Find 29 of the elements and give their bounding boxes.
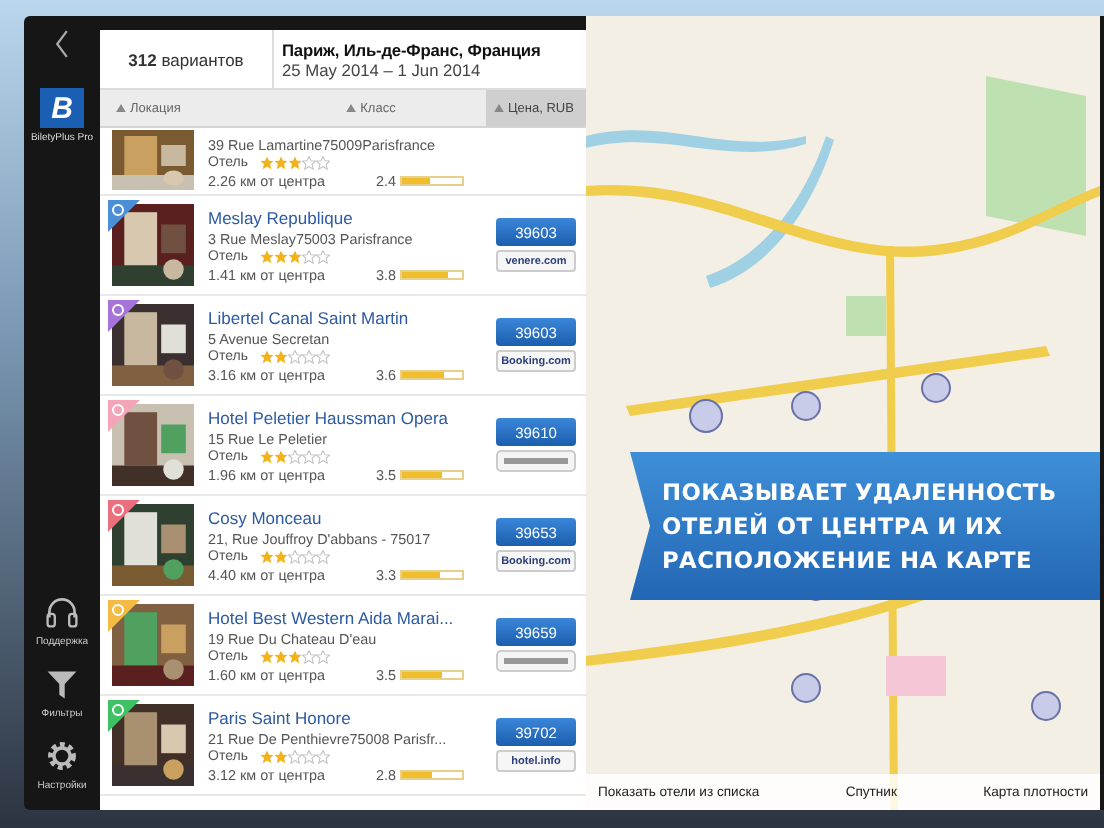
back-icon[interactable] bbox=[54, 28, 70, 60]
hotel-name[interactable]: Libertel Canal Saint Martin bbox=[208, 307, 496, 327]
headphones-icon bbox=[44, 594, 80, 630]
banner-text: РАСПОЛОЖЕНИЕ НА КАРТЕ bbox=[662, 543, 1034, 577]
hotel-name[interactable]: Cosy Monceau bbox=[208, 507, 496, 527]
hotel-name[interactable]: Hotel Best Western Aida Marai... bbox=[208, 607, 496, 627]
rating-bar bbox=[400, 769, 464, 779]
rating-bar bbox=[400, 269, 464, 279]
provider-logo bbox=[496, 450, 576, 472]
provider-logo bbox=[496, 650, 576, 672]
hotel-name[interactable]: Meslay Republique bbox=[208, 207, 496, 227]
rating-bar bbox=[400, 669, 464, 679]
app-logo: B bbox=[40, 88, 84, 128]
caret-icon bbox=[346, 104, 357, 112]
results-count: 312 вариантов bbox=[128, 49, 244, 69]
settings-icon bbox=[44, 738, 80, 774]
city-title: Париж, Иль-де-Франс, Франция bbox=[282, 39, 543, 59]
hotel-name[interactable]: Hotel Peletier Haussman Opera bbox=[208, 407, 496, 427]
rating-bar bbox=[400, 369, 464, 379]
hotel-name[interactable]: Paris Saint Honore bbox=[208, 707, 496, 727]
banner-text: ПОКАЗЫВАЕТ УДАЛЕННОСТЬ bbox=[662, 475, 1059, 509]
date-range: 25 May 2014 – 1 Jun 2014 bbox=[282, 59, 481, 79]
caret-icon bbox=[116, 104, 126, 112]
rating-bar bbox=[400, 569, 464, 579]
banner-text: ОТЕЛЕЙ ОТ ЦЕНТРА И ИХ bbox=[662, 509, 1005, 543]
funnel-icon bbox=[43, 666, 80, 702]
rating-bar bbox=[400, 176, 464, 186]
caret-icon bbox=[494, 104, 504, 112]
rating-bar bbox=[400, 469, 464, 479]
